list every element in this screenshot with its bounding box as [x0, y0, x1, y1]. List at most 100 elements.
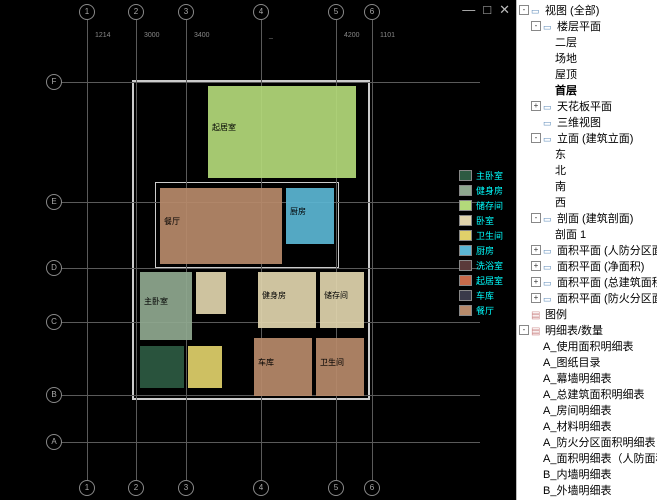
tree-node[interactable]: 场地: [519, 50, 657, 66]
list-icon: [531, 325, 543, 335]
legend-label: 主卧室: [476, 169, 503, 182]
tree-node[interactable]: A_图纸目录: [519, 354, 657, 370]
tree-label: 图例: [545, 306, 567, 322]
legend-swatch: [459, 215, 472, 226]
list-icon: [531, 309, 543, 319]
tree-label: 面积平面 (防火分区面积): [557, 290, 657, 306]
tree-label: 三维视图: [557, 114, 601, 130]
grid-bubble: 1: [79, 4, 95, 20]
tree-label: A_防火分区面积明细表: [543, 434, 655, 450]
grid-bubble: D: [46, 260, 62, 276]
expand-icon[interactable]: +: [531, 245, 541, 255]
legend-label: 卫生间: [476, 229, 503, 242]
tree-node[interactable]: - 楼层平面: [519, 18, 657, 34]
tree-node[interactable]: 南: [519, 178, 657, 194]
expand-icon[interactable]: +: [531, 293, 541, 303]
tree-node[interactable]: 东: [519, 146, 657, 162]
tree-label: 楼层平面: [557, 18, 601, 34]
doc-icon: [543, 293, 555, 303]
collapse-icon[interactable]: -: [531, 21, 541, 31]
tree-label: A_使用面积明细表: [543, 338, 633, 354]
tree-label: 视图 (全部): [545, 2, 599, 18]
tree-node[interactable]: 剖面 1: [519, 226, 657, 242]
tree-label: A_总建筑面积明细表: [543, 386, 644, 402]
tree-label: A_面积明细表（人防面积）: [543, 450, 657, 466]
legend-label: 洗浴室: [476, 259, 503, 272]
grid-bubble: 6: [364, 4, 380, 20]
tree-node[interactable]: A_使用面积明细表: [519, 338, 657, 354]
grid-bubble: 3: [178, 4, 194, 20]
legend-swatch: [459, 245, 472, 256]
doc-icon: [531, 5, 543, 15]
tree-node[interactable]: 西: [519, 194, 657, 210]
tree-node[interactable]: A_材料明细表: [519, 418, 657, 434]
room-r9[interactable]: [188, 346, 222, 388]
grid-bubble: E: [46, 194, 62, 210]
grid-bubble: B: [46, 387, 62, 403]
grid-bubble: 2: [128, 4, 144, 20]
grid-bubble: F: [46, 74, 62, 90]
legend-row: 卫生间: [459, 228, 514, 242]
collapse-icon[interactable]: -: [519, 325, 529, 335]
legend-label: 车库: [476, 289, 494, 302]
tree-node[interactable]: A_总建筑面积明细表: [519, 386, 657, 402]
tree-label: 屋顶: [555, 66, 577, 82]
tree-label: B_外墙明细表: [543, 482, 611, 498]
collapse-icon[interactable]: -: [519, 5, 529, 15]
legend-swatch: [459, 275, 472, 286]
tree-node[interactable]: +面积平面 (总建筑面积): [519, 274, 657, 290]
collapse-icon[interactable]: -: [531, 133, 541, 143]
tree-node[interactable]: + 面积平面 (防火分区面积): [519, 290, 657, 306]
grid-bubble: 5: [328, 4, 344, 20]
legend-label: 健身房: [476, 184, 503, 197]
legend: 主卧室健身房储存间卧室卫生间厨房洗浴室起居室车库餐厅: [459, 168, 514, 318]
legend-label: 餐厅: [476, 304, 494, 317]
project-browser[interactable]: -视图 (全部)-楼层平面二层场地屋顶首层+天花板平面三维视图-立面 (建筑立面…: [516, 0, 657, 500]
tree-node[interactable]: + 面积平面 (人防分区面积): [519, 242, 657, 258]
tree-node[interactable]: A_幕墙明细表: [519, 370, 657, 386]
tree-node[interactable]: 三维视图: [519, 114, 657, 130]
tree-node[interactable]: 图例: [519, 306, 657, 322]
collapse-icon[interactable]: -: [531, 213, 541, 223]
room-r5[interactable]: [196, 272, 226, 314]
tree-label: 东: [555, 146, 566, 162]
tree-node[interactable]: - 剖面 (建筑剖面): [519, 210, 657, 226]
doc-icon: [543, 261, 555, 271]
legend-swatch: [459, 185, 472, 196]
tree-node[interactable]: -立面 (建筑立面): [519, 130, 657, 146]
expand-icon[interactable]: +: [531, 101, 541, 111]
legend-row: 厨房: [459, 243, 514, 257]
legend-swatch: [459, 290, 472, 301]
cad-viewport[interactable]: — □ ✕ 11121422300033340044_554200661101A…: [0, 0, 516, 500]
expand-icon[interactable]: +: [531, 277, 541, 287]
tree-node[interactable]: +天花板平面: [519, 98, 657, 114]
legend-row: 主卧室: [459, 168, 514, 182]
doc-icon: [543, 133, 555, 143]
tree-node[interactable]: - 视图 (全部): [519, 2, 657, 18]
tree-node[interactable]: B_内墙明细表: [519, 466, 657, 482]
legend-row: 车库: [459, 288, 514, 302]
tree-label: 南: [555, 178, 566, 194]
expand-icon[interactable]: +: [531, 261, 541, 271]
tree-label: 面积平面 (人防分区面积): [557, 242, 657, 258]
tree-node[interactable]: A_面积明细表（人防面积）: [519, 450, 657, 466]
legend-swatch: [459, 170, 472, 181]
tree-label: 首层: [555, 82, 577, 98]
tree-node[interactable]: 屋顶: [519, 66, 657, 82]
tree-node[interactable]: +面积平面 (净面积): [519, 258, 657, 274]
tree-node[interactable]: B_外墙明细表: [519, 482, 657, 498]
tree-node[interactable]: 北: [519, 162, 657, 178]
legend-row: 卧室: [459, 213, 514, 227]
tree-node[interactable]: A_房间明细表: [519, 402, 657, 418]
tree-node[interactable]: 首层: [519, 82, 657, 98]
legend-label: 厨房: [476, 244, 494, 257]
tree-node[interactable]: 二层: [519, 34, 657, 50]
tree-node[interactable]: -明细表/数量: [519, 322, 657, 338]
legend-label: 储存间: [476, 199, 503, 212]
room-r8[interactable]: [140, 346, 184, 388]
tree-label: 剖面 (建筑剖面): [557, 210, 633, 226]
doc-icon: [543, 245, 555, 255]
tree-node[interactable]: A_防火分区面积明细表: [519, 434, 657, 450]
grid-bubble: C: [46, 314, 62, 330]
legend-swatch: [459, 305, 472, 316]
